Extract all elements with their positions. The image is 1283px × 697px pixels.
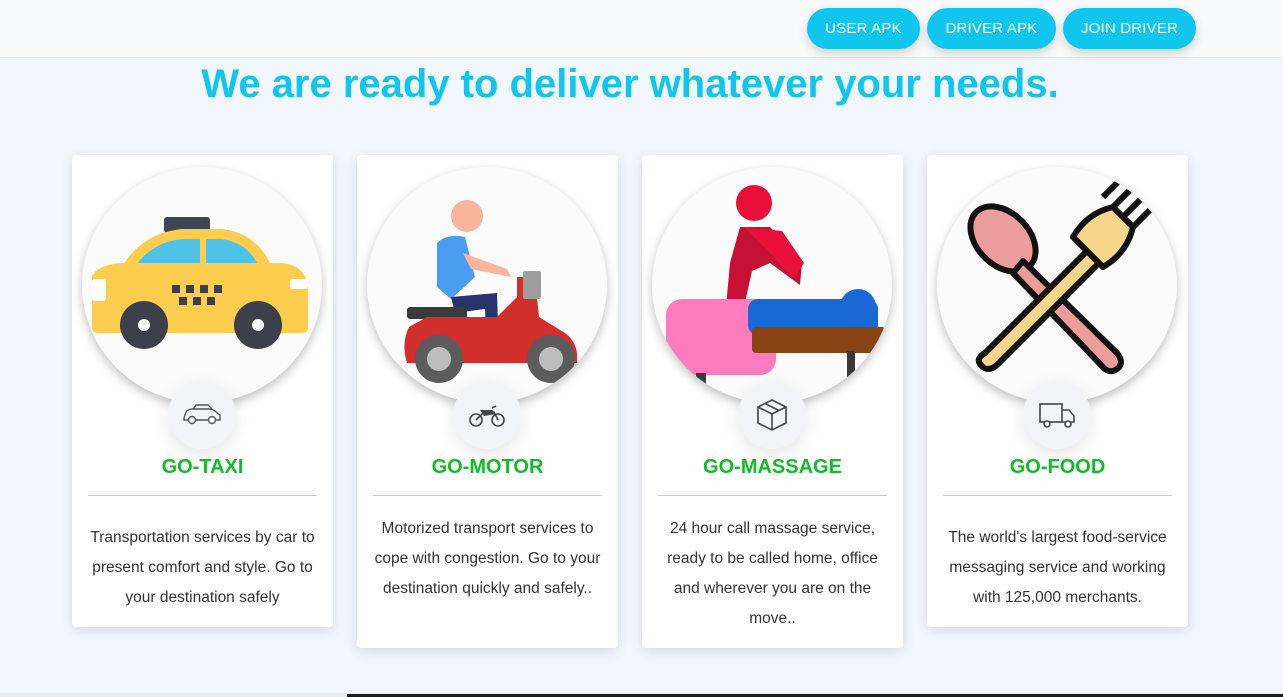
car-icon [183, 404, 221, 425]
service-description: Motorized transport services to cope wit… [374, 520, 601, 597]
service-description: The world's largest food-service messagi… [948, 529, 1167, 606]
service-title: GO-FOOD [1009, 456, 1106, 478]
taxi-illustration [82, 167, 322, 403]
service-title: GO-MASSAGE [703, 456, 842, 478]
motorcycle-icon [469, 405, 505, 427]
service-card-massage[interactable]: GO-MASSAGE 24 hour call massage service,… [642, 155, 903, 648]
truck-icon [1039, 403, 1075, 428]
service-card-motor[interactable]: GO-MOTOR Motorized transport services to… [357, 155, 618, 648]
driver-apk-button[interactable]: DRIVER APK [927, 8, 1056, 49]
truck-icon-badge [1023, 381, 1091, 449]
box-icon-badge [738, 381, 806, 449]
massage-illustration [652, 167, 892, 403]
divider [943, 495, 1172, 496]
box-icon [757, 399, 787, 431]
page-headline: We are ready to deliver whatever your ne… [201, 62, 1059, 106]
bottom-edge [0, 693, 1283, 697]
user-apk-button[interactable]: USER APK [807, 8, 920, 49]
join-driver-button[interactable]: JOIN DRIVER [1063, 8, 1196, 49]
service-title: GO-MOTOR [431, 456, 544, 478]
divider [373, 495, 602, 496]
service-card-food[interactable]: GO-FOOD The world's largest food-service… [927, 155, 1188, 627]
car-icon-badge [168, 381, 236, 449]
spoon-fork-illustration [937, 167, 1177, 403]
motorcycle-icon-badge [453, 381, 521, 449]
divider [658, 495, 887, 496]
top-navbar: USER APK DRIVER APK JOIN DRIVER [0, 0, 1283, 58]
divider [88, 495, 317, 496]
scooter-rider-illustration [367, 167, 607, 403]
service-title: GO-TAXI [161, 456, 244, 478]
service-card-taxi[interactable]: GO-TAXI Transportation services by car t… [72, 155, 333, 627]
service-description: Transportation services by car to presen… [90, 529, 315, 606]
service-description: 24 hour call massage service, ready to b… [667, 520, 878, 627]
